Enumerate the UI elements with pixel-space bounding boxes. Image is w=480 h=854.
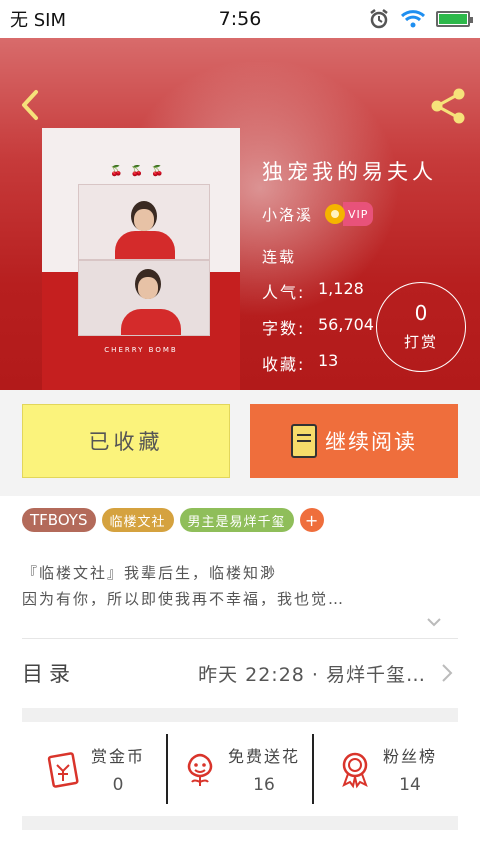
tag-list: TFBOYS 临楼文社 男主是易烊千玺 + <box>22 508 324 532</box>
tag-item[interactable]: 临楼文社 <box>101 508 174 532</box>
clock: 7:56 <box>218 8 262 30</box>
author-row[interactable]: 小洛溪 VIP <box>262 202 472 226</box>
book-icon <box>291 424 317 458</box>
book-header: 🍒🍒🍒 CHERRY BOMB 独宠我的易夫人 小洛溪 VIP 连载 人气: 1,… <box>0 38 480 390</box>
vip-label: VIP <box>343 202 374 226</box>
continue-reading-button[interactable]: 继续阅读 <box>250 404 458 478</box>
fan-ranking-button[interactable]: 粉丝榜 14 <box>312 734 458 804</box>
stat-label: 赏金币 <box>90 747 145 766</box>
catalog-row[interactable]: 目录 昨天 22:28 · 易烊千玺… <box>22 640 458 706</box>
stat-label: 免费送花 <box>227 747 300 766</box>
favorite-button[interactable]: 已收藏 <box>22 404 230 478</box>
action-bar: 已收藏 继续阅读 <box>0 390 480 496</box>
section-gap <box>22 816 458 830</box>
cover-caption: CHERRY BOMB <box>104 346 178 354</box>
chevron-right-icon <box>442 664 453 682</box>
tip-label: 打赏 <box>403 333 438 351</box>
divider <box>22 638 458 639</box>
cherry-decoration: 🍒🍒🍒 <box>110 166 172 177</box>
book-description[interactable]: 『临楼文社』我辈后生，临楼知渺 因为有你，所以即使我再不幸福，我也觉… <box>22 560 452 612</box>
book-cover[interactable]: 🍒🍒🍒 CHERRY BOMB <box>42 128 240 390</box>
chevron-down-icon[interactable] <box>426 614 442 630</box>
description-line: 因为有你，所以即使我再不幸福，我也觉… <box>22 590 346 608</box>
stat-value: 14 <box>399 775 421 795</box>
battery-icon <box>436 11 473 27</box>
back-arrow-icon[interactable] <box>14 88 48 122</box>
reader-actions: 赏金币 0 免费送花 16 粉丝榜 14 <box>22 734 458 804</box>
tip-count: 0 <box>414 301 428 325</box>
description-line: 『临楼文社』我辈后生，临楼知渺 <box>22 564 278 582</box>
tag-item[interactable]: 男主是易烊千玺 <box>179 508 294 532</box>
cover-photo-top <box>78 184 210 260</box>
share-icon[interactable] <box>428 86 468 126</box>
latest-chapter: 昨天 22:28 · 易烊千玺… <box>198 663 426 686</box>
tip-button[interactable]: 0 打赏 <box>376 282 466 372</box>
free-flower-button[interactable]: 免费送花 16 <box>166 734 312 804</box>
book-title: 独宠我的易夫人 <box>262 160 437 184</box>
section-gap <box>22 708 458 722</box>
continue-reading-label: 继续阅读 <box>325 430 417 454</box>
catalog-label: 目录 <box>22 662 76 686</box>
medal-icon <box>342 752 368 789</box>
status-bar: 无 SIM 7:56 <box>0 0 480 38</box>
sun-icon <box>325 204 346 224</box>
vip-badge: VIP <box>325 202 374 226</box>
coin-reward-button[interactable]: 赏金币 0 <box>22 734 166 804</box>
stat-value: 0 <box>112 775 124 795</box>
stat-value: 16 <box>253 775 275 795</box>
author-name[interactable]: 小洛溪 <box>262 204 313 225</box>
serial-status: 连载 <box>262 248 297 266</box>
red-envelope-icon <box>47 752 79 788</box>
add-tag-button[interactable]: + <box>299 508 324 532</box>
tag-item[interactable]: TFBOYS <box>22 508 96 532</box>
stat-label: 粉丝榜 <box>382 747 437 766</box>
flower-icon <box>187 753 213 786</box>
cover-photo-bottom <box>78 260 210 336</box>
